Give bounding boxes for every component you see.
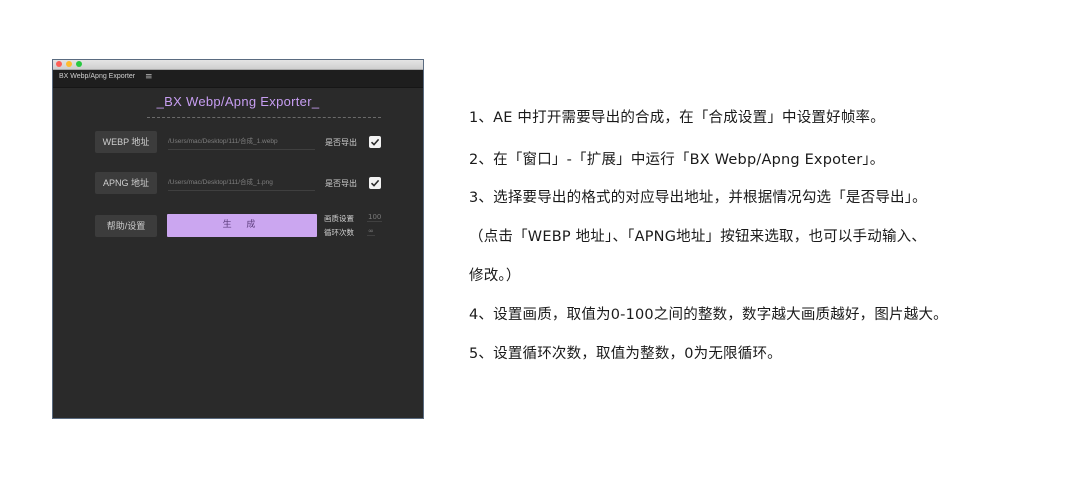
webp-export-label: 是否导出 [325, 138, 357, 147]
instruction-line: 5、设置循环次数，取值为整数，0为无限循环。 [469, 346, 782, 362]
panel-title: _BX Webp/Apng Exporter_ [156, 94, 320, 109]
instruction-line: 4、设置画质，取值为0-100之间的整数，数字越大画质越好，图片越大。 [469, 307, 948, 323]
instruction-line: 2、在「窗口」-「扩展」中运行「BX Webp/Apng Expoter」。 [469, 152, 885, 168]
quality-label: 画质设置 [324, 214, 354, 223]
webp-path-button[interactable]: WEBP 地址 [95, 131, 157, 153]
instruction-line: 修改。） [469, 268, 521, 284]
close-window-icon[interactable] [56, 61, 62, 67]
apng-path-input[interactable]: /Users/mac/Desktop/111/合成_1.png [168, 176, 315, 191]
apng-path-button[interactable]: APNG 地址 [95, 172, 157, 194]
title-divider [147, 117, 381, 118]
quality-input[interactable]: 100 [367, 213, 383, 222]
panel-tab[interactable]: BX Webp/Apng Exporter ≡ [53, 70, 423, 88]
help-settings-button[interactable]: 帮助/设置 [95, 215, 157, 237]
instruction-line: 3、选择要导出的格式的对应导出地址，并根据情况勾选「是否导出」。 [469, 190, 927, 206]
loop-count-label: 循环次数 [324, 228, 354, 237]
minimize-window-icon[interactable] [66, 61, 72, 67]
generate-button[interactable]: 生 成 [167, 214, 317, 237]
instruction-line: 1、AE 中打开需要导出的合成，在「合成设置」中设置好帧率。 [469, 110, 885, 126]
loop-count-input[interactable]: ∞ [367, 227, 375, 236]
check-icon [370, 138, 380, 146]
webp-path-input[interactable]: /Users/mac/Desktop/111/合成_1.webp [168, 135, 315, 150]
instruction-line: （点击「WEBP 地址」、「APNG地址」按钮来选取，也可以手动输入、 [469, 229, 927, 245]
apng-export-checkbox[interactable] [369, 177, 381, 189]
hamburger-menu-icon[interactable]: ≡ [145, 72, 153, 82]
zoom-window-icon[interactable] [76, 61, 82, 67]
panel-tab-label: BX Webp/Apng Exporter [59, 73, 136, 80]
apng-export-label: 是否导出 [325, 179, 357, 188]
check-icon [370, 179, 380, 187]
extension-window: BX Webp/Apng Exporter ≡ _BX Webp/Apng Ex… [52, 59, 424, 419]
window-titlebar [53, 60, 423, 70]
webp-export-checkbox[interactable] [369, 136, 381, 148]
